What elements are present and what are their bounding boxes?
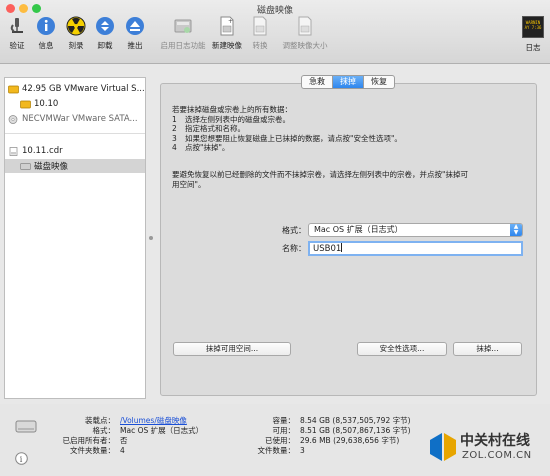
eject-icon (125, 16, 145, 36)
name-field[interactable]: USB01 (308, 241, 523, 256)
sidebar-item-volume[interactable]: 10.10 (20, 97, 160, 111)
capacity-key: 容量： (272, 416, 296, 425)
mount-point-link[interactable]: /Volumes/磁盘映像 (120, 416, 187, 426)
tab-first-aid[interactable]: 急救 (302, 76, 333, 88)
new-image-icon: + (217, 16, 237, 36)
capacity-value: 8.54 GB (8,537,505,792 字节) (300, 416, 411, 425)
mount-point-key: 装载点： (85, 416, 115, 425)
log-button[interactable]: WARNIN AY 7:36 日志 (513, 16, 550, 53)
used-key: 已使用： (265, 436, 295, 445)
used-value: 29.6 MB (29,638,656 字节) (300, 436, 400, 445)
optical-drive-icon (8, 114, 19, 124)
image-file-icon (8, 146, 19, 156)
svg-text:i: i (20, 455, 23, 464)
hard-disk-icon (8, 85, 19, 94)
tab-restore[interactable]: 恢复 (364, 76, 394, 88)
owners-enabled-value: 否 (120, 436, 128, 445)
resize-image-button[interactable]: 调整映像大小 (279, 16, 331, 51)
microscope-icon (7, 16, 27, 36)
chevron-updown-icon: ▲ ▼ (510, 224, 522, 236)
file-count-value: 3 (300, 446, 305, 455)
eject-button[interactable]: 推出 (115, 16, 155, 51)
log-icon: WARNIN AY 7:36 (522, 16, 544, 38)
zol-watermark: 中关村在线 ZOL.COM.CN (428, 426, 546, 472)
sidebar-item-disk[interactable]: 42.95 GB VMware Virtual S... (8, 82, 148, 96)
svg-text:+: + (228, 18, 233, 25)
sidebar-item-optical-drive[interactable]: NECVMWar VMware SATA... (8, 112, 148, 126)
erase-button[interactable]: 抹掉... (453, 342, 522, 356)
sidebar-item-image-file[interactable]: 10.11.cdr (8, 144, 148, 158)
tab-erase[interactable]: 抹掉 (333, 76, 364, 88)
name-label: 名称： (282, 244, 306, 253)
owners-enabled-key: 已启用所有者： (62, 436, 116, 445)
text-cursor (341, 243, 343, 252)
mounted-volume-icon (20, 162, 31, 171)
drive-icon (15, 414, 37, 436)
format-label: 格式： (282, 226, 306, 235)
convert-icon (250, 16, 270, 36)
burn-icon (66, 16, 86, 36)
format-key: 格式： (92, 426, 116, 435)
erase-free-space-note: 要避免恢复以前已经删除的文件而不抹掉宗卷，请选择左侧列表中的宗卷，并点按"抹掉可… (172, 170, 468, 189)
available-key: 可用： (272, 426, 296, 435)
enable-journaling-button[interactable]: 启用日志功能 (158, 16, 208, 51)
erase-instructions: 若要抹掉磁盘或宗卷上的所有数据： 1 选择左侧列表中的磁盘或宗卷。 2 指定格式和名… (172, 105, 402, 152)
resize-image-icon (295, 16, 315, 36)
splitter-handle[interactable] (149, 236, 153, 240)
zol-logo-icon (430, 433, 456, 461)
watermark-domain: ZOL.COM.CN (462, 450, 532, 461)
security-options-button[interactable]: 安全性选项... (357, 342, 447, 356)
sidebar-item-image-volume[interactable]: 磁盘映像 (5, 159, 145, 173)
file-count-key: 文件数量： (257, 446, 296, 455)
window-title: 磁盘映像 (256, 6, 293, 16)
format-select[interactable]: Mac OS 扩展（日志式） ▲ ▼ (308, 223, 523, 237)
info-icon (36, 16, 56, 36)
convert-button[interactable]: 转换 (240, 16, 280, 51)
sidebar-divider (5, 133, 145, 134)
journal-icon (173, 16, 193, 36)
folder-count-key: 文件夹数量： (70, 446, 115, 455)
volume-icon (20, 100, 31, 109)
device-sidebar[interactable]: 42.95 GB VMware Virtual S... 10.10 NECVM… (4, 77, 146, 399)
unmount-icon (95, 16, 115, 36)
info-circle-icon[interactable]: i (15, 452, 28, 465)
erase-free-space-button[interactable]: 抹掉可用空间... (173, 342, 291, 356)
folder-count-value: 4 (120, 446, 125, 455)
available-value: 8.51 GB (8,507,867,136 字节) (300, 426, 411, 435)
watermark-title: 中关村在线 (460, 433, 530, 449)
tab-bar: 急救 抹掉 恢复 (301, 75, 395, 89)
format-value: Mac OS 扩展（日志式） (120, 426, 204, 435)
window-toolbar: 磁盘映像 验证 信息 刻录 卸载 推出 启用日志功能 + 新建映像 转换 调整映… (0, 0, 550, 64)
